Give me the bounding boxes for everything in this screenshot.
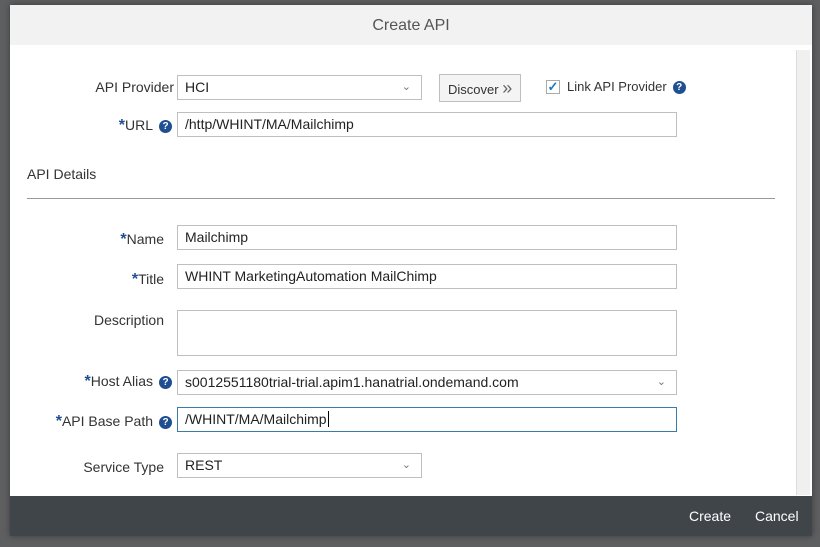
api-base-path-label: *API Base Path? [56,413,172,431]
url-label: *URL? [119,117,172,135]
api-base-path-input[interactable]: /WHINT/MA/Mailchimp [177,407,677,432]
help-icon[interactable]: ? [159,375,172,389]
host-alias-label: *Host Alias? [85,373,172,391]
link-api-provider-checkbox[interactable]: ✓ [546,80,560,94]
api-provider-select[interactable]: HCI ⌄ [177,75,422,100]
name-label: *Name [120,231,164,248]
link-api-provider-label: Link API Provider? [567,79,686,95]
description-label: Description [93,312,164,328]
dialog-title: Create API [10,5,812,45]
name-input[interactable]: Mailchimp [177,225,677,250]
service-type-value: REST [185,457,223,473]
title-input[interactable]: WHINT MarketingAutomation MailChimp [177,264,677,289]
create-button[interactable]: Create [689,508,731,524]
chevron-down-icon: ⌄ [656,376,666,388]
scrollbar[interactable] [796,50,810,495]
service-type-select[interactable]: REST ⌄ [177,453,422,478]
description-textarea[interactable] [177,310,677,356]
divider [27,198,775,199]
create-api-dialog: Create API API Provider HCI ⌄ Discover » … [10,5,812,536]
help-icon[interactable]: ? [672,81,686,95]
title-label: *Title [131,271,164,288]
help-icon[interactable]: ? [159,415,172,429]
chevron-down-icon: ⌄ [401,459,411,471]
discover-label: Discover [448,82,499,97]
double-chevron-right-icon: » [502,78,513,98]
api-provider-value: HCI [185,79,210,95]
dialog-footer: Create Cancel [10,496,812,536]
chevron-down-icon: ⌄ [401,81,411,93]
help-icon[interactable]: ? [159,119,172,133]
discover-button[interactable]: Discover » [439,74,522,102]
section-title: API Details [27,166,97,182]
url-input[interactable]: /http/WHINT/MA/Mailchimp [177,112,677,137]
api-provider-label: API Provider [95,79,174,95]
service-type-label: Service Type [83,459,164,475]
host-alias-value: s0012551180trial-trial.apim1.hanatrial.o… [185,374,519,390]
api-base-path-value: /WHINT/MA/Mailchimp [185,411,327,427]
cancel-button[interactable]: Cancel [755,508,799,524]
host-alias-select[interactable]: s0012551180trial-trial.apim1.hanatrial.o… [177,370,677,395]
